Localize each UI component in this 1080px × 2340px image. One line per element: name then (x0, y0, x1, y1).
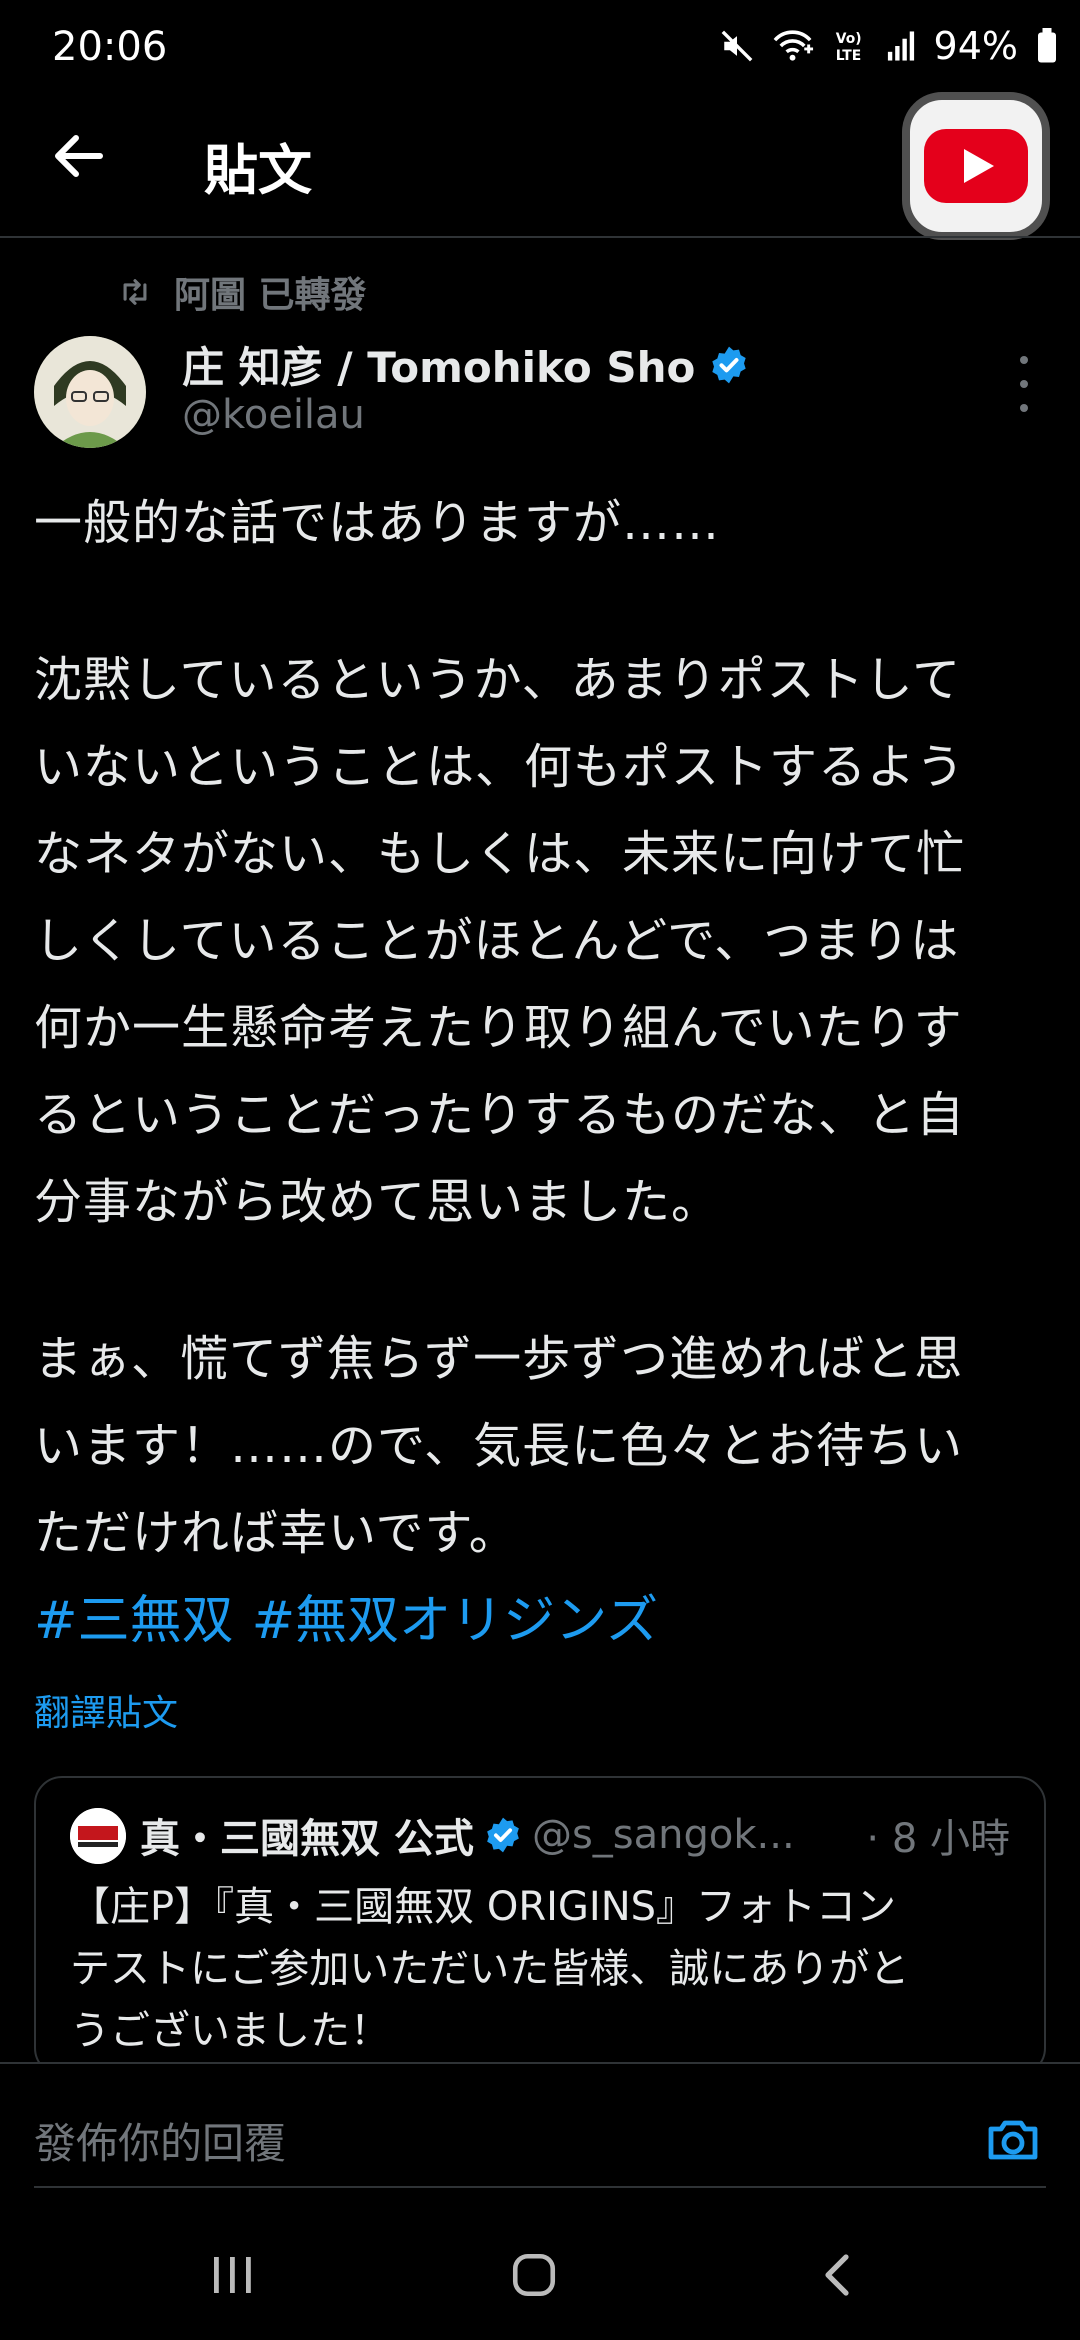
author-name-text: 庄 知彦 / Tomohiko Sho (182, 343, 696, 392)
mute-icon (720, 29, 754, 63)
hashtag-link[interactable]: #無双オリジンズ (252, 1578, 659, 1653)
volte-icon: Vo) LTE (834, 28, 868, 64)
chevron-left-icon (825, 2254, 849, 2296)
author-avatar[interactable] (34, 336, 146, 448)
tweet-line: るということだったりするものだな、と自 (34, 1087, 966, 1143)
quoted-tweet-card[interactable]: 真・三國無双 公式 @s_sangok... · 8 小時 【庄P】『真・三國無… (34, 1776, 1046, 2076)
battery-icon (1036, 28, 1058, 64)
author-handle[interactable]: @koeilau (182, 392, 365, 438)
verified-badge-icon (712, 346, 747, 383)
home-button[interactable] (484, 2240, 584, 2310)
translate-post-link[interactable]: 翻譯貼文 (34, 1684, 178, 1736)
reply-input[interactable]: 發佈你的回覆 (34, 2104, 934, 2176)
tweet-line: 何か一生懸命考えたり取り組んでいたりす (34, 1000, 963, 1056)
quote-line: 【庄P】『真・三國無双 ORIGINS』フォトコン (70, 1884, 897, 1930)
quote-header: 真・三國無双 公式 @s_sangok... (140, 1806, 795, 1864)
hashtags: #三無双 #無双オリジンズ (34, 1578, 658, 1653)
more-dot (1020, 380, 1028, 388)
tweet-line: います！……ので、気長に色々とお待ちい (34, 1418, 964, 1474)
reply-input-underline (34, 2186, 1046, 2188)
back-arrow-icon (55, 135, 103, 177)
svg-text:LTE: LTE (835, 48, 860, 64)
home-icon (512, 2253, 556, 2297)
recent-apps-button[interactable] (182, 2240, 282, 2310)
camera-button[interactable] (980, 2106, 1046, 2172)
quote-avatar-logo (70, 1808, 126, 1864)
hashtag-link[interactable]: #三無双 (34, 1578, 234, 1653)
quote-line: テストにご参加いただいた皆様、誠にありがと (70, 1946, 910, 1992)
tweet-line: 分事ながら改めて思いました。 (34, 1174, 721, 1230)
header-divider (0, 236, 1080, 238)
status-icons: Vo) LTE 94% (720, 24, 1058, 68)
tweet-line: なネタがない、もしくは、未来に向けて忙 (34, 826, 966, 882)
tweet-text: 一般的な話ではありますが…… 沈黙しているというか、あまりポストして いないとい… (34, 480, 1044, 1577)
battery-percent: 94% (933, 24, 1018, 68)
quote-avatar[interactable] (70, 1808, 126, 1864)
wifi-calling-icon (772, 28, 816, 64)
tweet-line: いないということは、何もポストするよう (34, 739, 966, 795)
reply-bar-divider (0, 2062, 1080, 2064)
quote-line: うございました！ (70, 2008, 390, 2054)
author-name[interactable]: 庄 知彦 / Tomohiko Sho (182, 334, 749, 395)
verified-badge-icon (487, 1817, 519, 1853)
tweet-line: まぁ、慌てず焦らず一歩ずつ進めればと思 (34, 1331, 964, 1387)
quote-timestamp: · 8 小時 (866, 1816, 1010, 1862)
more-dot (1020, 404, 1028, 412)
repost-indicator[interactable]: 阿圖 已轉發 (118, 266, 367, 318)
tweet-line: 一般的な話ではありますが…… (34, 495, 721, 551)
tweet-line: 沈黙しているというか、あまりポストして (34, 652, 962, 708)
camera-icon (988, 2120, 1038, 2160)
back-button[interactable] (48, 126, 108, 186)
tweet-line: ただければ幸いです。 (34, 1505, 518, 1561)
system-back-button[interactable] (788, 2240, 888, 2310)
repost-label: 阿圖 已轉發 (174, 275, 367, 316)
recent-apps-icon (214, 2257, 251, 2293)
more-dot (1020, 356, 1028, 364)
quote-text: 【庄P】『真・三國無双 ORIGINS』フォトコン テストにご参加いただいた皆様… (70, 1876, 1020, 2062)
tweet-line: しくしていることがほとんどで、つまりは (34, 913, 960, 969)
signal-icon (886, 30, 916, 62)
youtube-icon (924, 129, 1028, 203)
quote-author-name: 真・三國無双 公式 (140, 1816, 474, 1862)
more-options-button[interactable] (1008, 356, 1040, 412)
youtube-floating-button[interactable] (902, 92, 1050, 240)
repost-icon (123, 279, 147, 305)
svg-text:Vo): Vo) (835, 31, 861, 47)
status-time: 20:06 (52, 24, 168, 70)
page-title: 貼文 (204, 139, 312, 202)
quote-author-handle: @s_sangok... (531, 1812, 795, 1858)
avatar-illustration (34, 336, 146, 448)
